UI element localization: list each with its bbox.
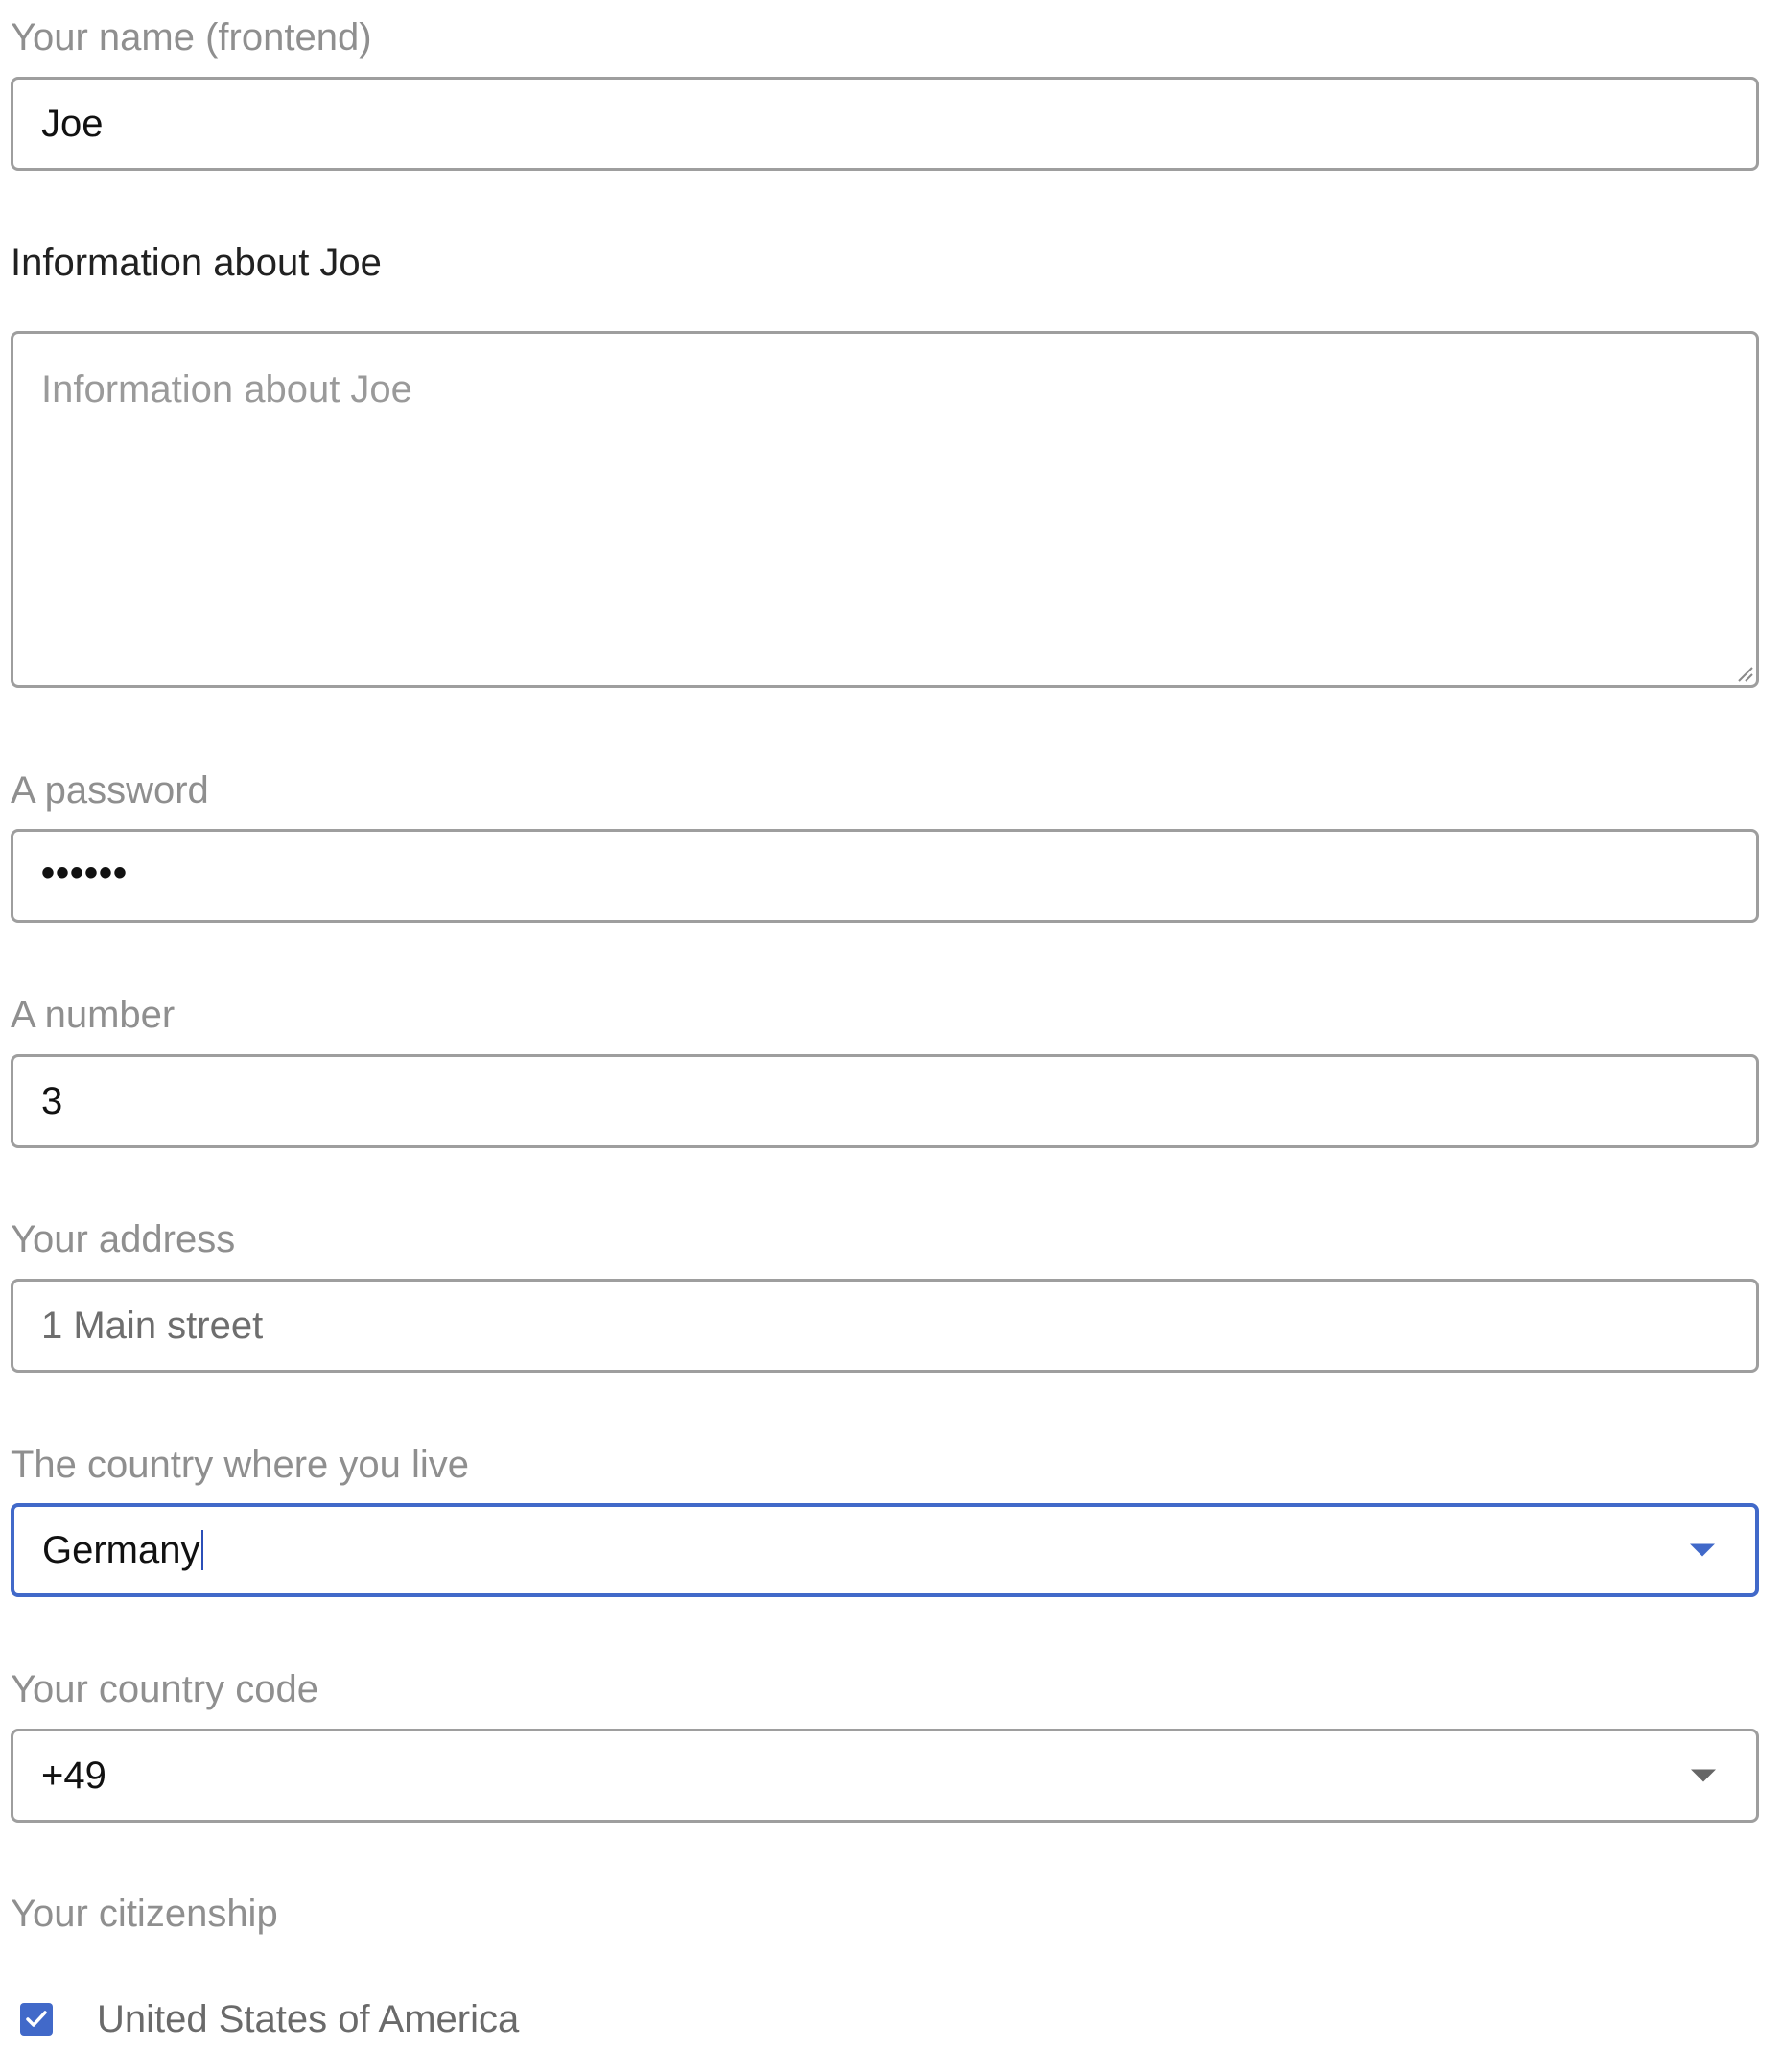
country-select[interactable]: Germany [11, 1503, 1759, 1597]
number-label: A number [11, 994, 176, 1036]
check-icon [26, 2011, 47, 2027]
info-label: Information about Joe [11, 242, 382, 284]
number-value: 3 [41, 1080, 63, 1122]
number-input[interactable]: 3 [11, 1054, 1759, 1148]
password-value: •••••• [41, 852, 129, 895]
address-input[interactable]: 1 Main street [11, 1279, 1759, 1373]
country-value: Germany [42, 1527, 203, 1573]
info-textarea[interactable]: Information about Joe [11, 331, 1759, 688]
address-value: 1 Main street [41, 1305, 264, 1347]
resize-grip-icon[interactable] [1735, 664, 1754, 683]
name-input[interactable]: Joe [11, 77, 1759, 171]
password-label: A password [11, 769, 209, 812]
country-label: The country where you live [11, 1444, 470, 1486]
info-placeholder: Information about Joe [41, 368, 412, 411]
citizenship-option-label: United States of America [97, 1998, 520, 2040]
country-code-select[interactable]: +49 [11, 1729, 1759, 1823]
text-caret [200, 1530, 203, 1570]
citizenship-label: Your citizenship [11, 1893, 278, 1935]
name-label: Your name (frontend) [11, 16, 372, 59]
checkbox-checked[interactable] [20, 2003, 53, 2036]
chevron-down-icon[interactable] [1690, 1543, 1715, 1557]
country-code-label: Your country code [11, 1668, 318, 1710]
name-value: Joe [41, 103, 104, 145]
password-input[interactable]: •••••• [11, 829, 1759, 923]
citizenship-option-usa[interactable]: United States of America [11, 1992, 519, 2046]
country-code-value: +49 [41, 1754, 106, 1797]
address-label: Your address [11, 1218, 236, 1260]
chevron-down-icon[interactable] [1691, 1769, 1716, 1782]
